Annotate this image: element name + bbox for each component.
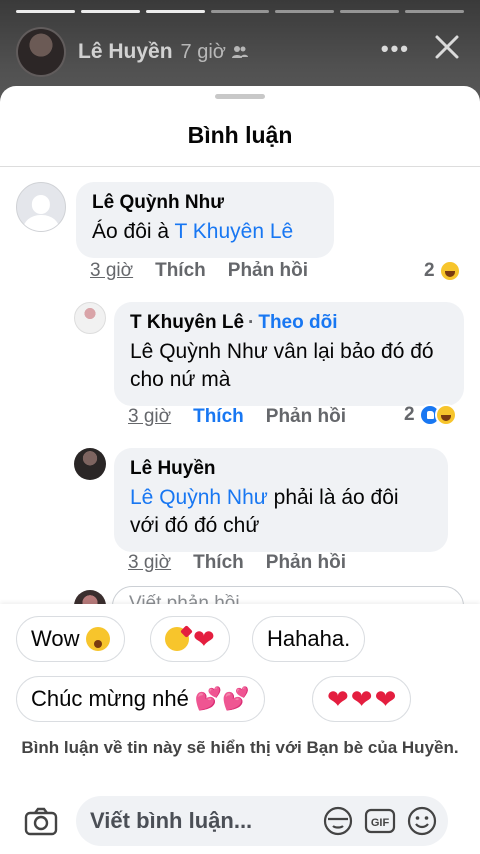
drag-handle[interactable] bbox=[215, 94, 265, 99]
comment-actions: 3 giờ Thích Phản hồi bbox=[90, 260, 308, 282]
reaction-count-number: 2 bbox=[404, 404, 415, 425]
sheet-title: Bình luận bbox=[187, 122, 293, 148]
reply-button[interactable]: Phản hồi bbox=[228, 260, 308, 282]
haha-reaction-icon bbox=[434, 404, 457, 426]
heart-icon: ❤ bbox=[327, 684, 349, 714]
gif-label: GIF bbox=[371, 817, 390, 829]
separator-dot: · bbox=[248, 312, 255, 333]
reaction-count[interactable]: 2 bbox=[424, 260, 461, 282]
follow-button[interactable]: Theo dõi bbox=[258, 312, 337, 333]
comment-text: Lê Quỳnh Như phải là áo đôi với đó đó ch… bbox=[130, 484, 432, 540]
avatar-sticker-icon[interactable] bbox=[322, 805, 354, 837]
gif-icon[interactable]: GIF bbox=[364, 805, 396, 837]
quick-reply-kiss-heart[interactable]: ❤ bbox=[150, 616, 230, 662]
close-icon[interactable] bbox=[432, 32, 462, 62]
comment-actions: 3 giờ Thích Phản hồi bbox=[128, 406, 346, 428]
haha-reaction-icon bbox=[438, 260, 461, 282]
mention-link[interactable]: T Khuyên Lê bbox=[175, 220, 294, 243]
story-avatar[interactable] bbox=[16, 27, 66, 77]
story-progress bbox=[16, 10, 465, 13]
wow-emoji-icon bbox=[85, 627, 110, 651]
emoji-icon[interactable] bbox=[406, 805, 438, 837]
heart-icon: ❤ bbox=[193, 624, 215, 654]
comment-author[interactable]: Lê Huyền bbox=[130, 458, 432, 480]
chip-label: Wow bbox=[31, 626, 80, 651]
comment-bubble[interactable]: Lê Quỳnh Như Áo đôi à T Khuyên Lê bbox=[76, 182, 334, 258]
reaction-count[interactable]: 2 bbox=[404, 404, 457, 426]
reply-item: Lê Huyền Lê Quỳnh Như phải là áo đôi với… bbox=[74, 448, 448, 552]
comment-input-placeholder: Viết bình luận... bbox=[90, 808, 253, 833]
chip-label: Chúc mừng nhé bbox=[31, 686, 189, 711]
heart-icon: ❤ bbox=[350, 684, 373, 714]
comment-author-line: T Khuyên Lê · Theo dõi bbox=[130, 312, 448, 334]
like-button[interactable]: Thích bbox=[155, 260, 206, 282]
comment-author[interactable]: Lê Quỳnh Như bbox=[92, 192, 318, 214]
quick-reply-wow[interactable]: Wow bbox=[16, 616, 125, 662]
friends-icon bbox=[231, 44, 248, 60]
comment-actions: 3 giờ Thích Phản hồi bbox=[128, 552, 346, 574]
divider bbox=[0, 166, 480, 167]
chip-label: Hahaha. bbox=[267, 626, 351, 651]
avatar[interactable] bbox=[74, 448, 106, 480]
comment-time[interactable]: 3 giờ bbox=[128, 552, 171, 574]
comment-time[interactable]: 3 giờ bbox=[90, 260, 133, 282]
avatar[interactable] bbox=[16, 182, 66, 232]
comment-time[interactable]: 3 giờ bbox=[128, 406, 171, 428]
comment-author[interactable]: T Khuyên Lê bbox=[130, 312, 244, 333]
comment-bubble[interactable]: T Khuyên Lê · Theo dõi Lê Quỳnh Như vân lạ… bbox=[114, 302, 464, 406]
story-header: Lê Huyền 7 giờ ••• bbox=[16, 26, 466, 78]
quick-reply-hearts[interactable]: ❤ ❤ ❤ bbox=[312, 676, 412, 722]
comment-text-part: Áo đôi à bbox=[92, 220, 175, 243]
kiss-emoji-icon bbox=[165, 627, 189, 651]
story-author-name[interactable]: Lê Huyền bbox=[78, 40, 173, 64]
like-button[interactable]: Thích bbox=[193, 406, 244, 428]
more-dots-icon[interactable]: ••• bbox=[381, 36, 410, 62]
story-time: 7 giờ bbox=[180, 40, 226, 63]
reply-button[interactable]: Phản hồi bbox=[266, 406, 346, 428]
comment-text: Áo đôi à T Khuyên Lê bbox=[92, 218, 318, 246]
like-button[interactable]: Thích bbox=[193, 552, 244, 574]
camera-icon[interactable] bbox=[24, 806, 58, 836]
reply-button[interactable]: Phản hồi bbox=[266, 552, 346, 574]
comment-text: Lê Quỳnh Như vân lại bảo đó đó cho nứ mà bbox=[130, 340, 434, 391]
reply-item: T Khuyên Lê · Theo dõi Lê Quỳnh Như vân lạ… bbox=[74, 302, 464, 406]
avatar[interactable] bbox=[74, 302, 106, 334]
comment-bubble[interactable]: Lê Huyền Lê Quỳnh Như phải là áo đôi với… bbox=[114, 448, 448, 552]
quick-reply-hahaha[interactable]: Hahaha. bbox=[252, 616, 366, 662]
pink-hearts-icon: 💕💕 bbox=[194, 686, 250, 711]
reaction-count-number: 2 bbox=[424, 260, 435, 281]
quick-reply-congrats[interactable]: Chúc mừng nhé 💕💕 bbox=[16, 676, 265, 722]
visibility-notice: Bình luận về tin này sẽ hiển thị với Bạn… bbox=[21, 738, 459, 757]
heart-icon: ❤ bbox=[374, 684, 397, 714]
comment-composer: Viết bình luận... GIF bbox=[0, 786, 480, 854]
comment-item: Lê Quỳnh Như Áo đôi à T Khuyên Lê bbox=[16, 182, 334, 258]
mention-link[interactable]: Lê Quỳnh Như bbox=[130, 486, 268, 509]
comments-sheet: Bình luận Lê Quỳnh Như Áo đôi à T Khuyên… bbox=[0, 86, 480, 854]
comment-input[interactable]: Viết bình luận... GIF bbox=[76, 796, 448, 846]
